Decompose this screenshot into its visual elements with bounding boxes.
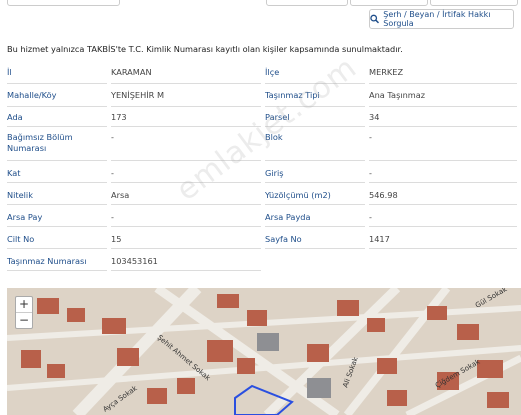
map-zoom-control: + −: [15, 296, 33, 329]
field-value: YENİŞEHİR M: [111, 86, 261, 107]
map-tiles: Ayça Sokak Ali Sokak Gül Sokak Çiğdem So…: [7, 288, 521, 415]
field-value: 546.98: [369, 186, 517, 205]
field-label: Cilt No: [7, 230, 107, 249]
field-label: Ada: [7, 108, 107, 127]
serh-beyan-query-button[interactable]: Şerh / Beyan / İrtifak Hakkı Sorgula: [369, 9, 514, 29]
info-row: İl KARAMAN İlçe MERKEZ: [7, 63, 517, 84]
field-label: Arsa Payda: [265, 208, 365, 227]
field-label: Mahalle/Köy: [7, 86, 107, 107]
field-value: 103453161: [111, 252, 261, 271]
info-row: Kat - Giriş -: [7, 164, 517, 183]
field-value: Ana Taşınmaz: [369, 86, 517, 107]
info-row: Taşınmaz Numarası 103453161: [7, 252, 517, 271]
zoom-in-button[interactable]: +: [16, 297, 32, 312]
field-label: Sayfa No: [265, 230, 365, 249]
field-label: İl: [7, 63, 107, 84]
top-button-3[interactable]: [350, 0, 428, 6]
field-value: 15: [111, 230, 261, 249]
field-value: 173: [111, 108, 261, 127]
field-value: 1417: [369, 230, 517, 249]
search-icon: [370, 14, 380, 24]
top-button-2[interactable]: [266, 0, 348, 6]
field-label: Yüzölçümü (m2): [265, 186, 365, 205]
field-value: KARAMAN: [111, 63, 261, 84]
top-button-1[interactable]: [7, 0, 120, 6]
field-label: Taşınmaz Numarası: [7, 252, 107, 271]
field-value: -: [369, 128, 517, 161]
info-row: Cilt No 15 Sayfa No 1417: [7, 230, 517, 249]
field-value: -: [369, 208, 517, 227]
field-label: Bağımsız Bölüm Numarası: [7, 128, 107, 161]
info-row: Nitelik Arsa Yüzölçümü (m2) 546.98: [7, 186, 517, 205]
info-row: Arsa Pay - Arsa Payda -: [7, 208, 517, 227]
field-label: Giriş: [265, 164, 365, 183]
field-value: MERKEZ: [369, 63, 517, 84]
field-label: Kat: [7, 164, 107, 183]
field-value: 34: [369, 108, 517, 127]
serh-beyan-query-label: Şerh / Beyan / İrtifak Hakkı Sorgula: [383, 10, 491, 28]
info-row: Mahalle/Köy YENİŞEHİR M Taşınmaz Tipi Ana T…: [7, 86, 517, 107]
top-button-4[interactable]: [430, 0, 518, 6]
field-label: Arsa Pay: [7, 208, 107, 227]
field-label: Nitelik: [7, 186, 107, 205]
field-value: -: [369, 164, 517, 183]
zoom-out-button[interactable]: −: [16, 312, 32, 328]
parcel-map[interactable]: Ayça Sokak Ali Sokak Gül Sokak Çiğdem So…: [7, 288, 521, 415]
field-value: -: [111, 208, 261, 227]
